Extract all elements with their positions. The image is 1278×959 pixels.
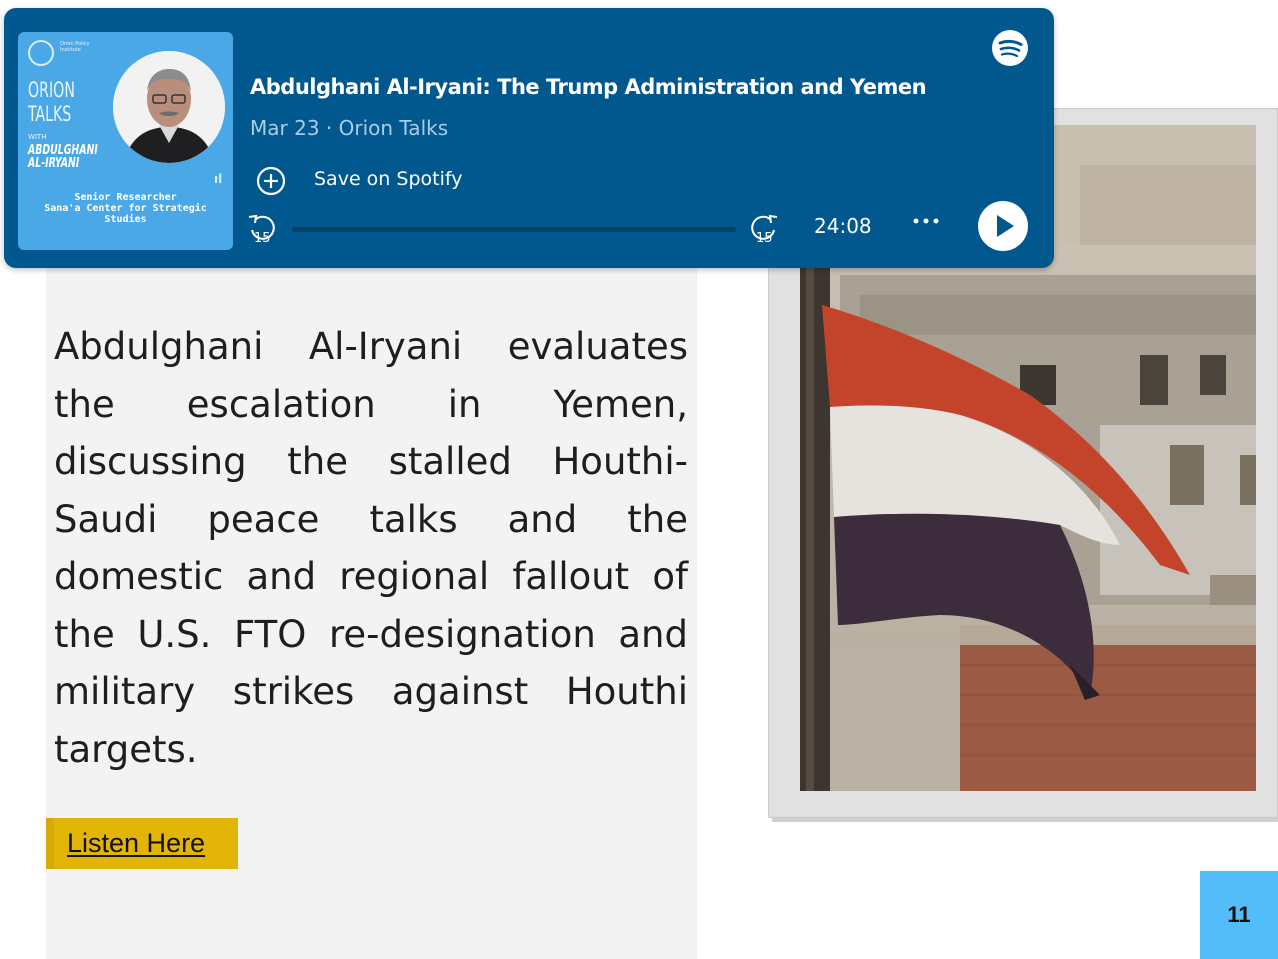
cover-role-line3: Studies bbox=[104, 214, 147, 225]
guest-portrait-illustration bbox=[113, 51, 225, 163]
skip-forward-seconds: 15 bbox=[756, 231, 773, 245]
cover-guest-role: Senior Researcher Sana'a Center for Stra… bbox=[18, 192, 233, 225]
episode-meta[interactable]: Mar 23 · Orion Talks bbox=[250, 116, 448, 140]
cover-role-line1: Senior Researcher bbox=[74, 192, 177, 203]
guest-portrait bbox=[113, 51, 225, 163]
org-logo-icon bbox=[28, 40, 54, 66]
spotify-icon[interactable] bbox=[990, 28, 1030, 68]
playback-progress-bar[interactable] bbox=[292, 227, 736, 232]
play-icon[interactable] bbox=[977, 200, 1029, 252]
podcast-cover-art: Orion Policy Institute ORION TALKS WITH … bbox=[18, 32, 233, 250]
episode-title[interactable]: Abdulghani Al-Iryani: The Trump Administ… bbox=[250, 75, 927, 99]
sound-wave-icon: ıl bbox=[214, 172, 223, 186]
cover-guest-name: ABDULGHANI AL-IRYANI bbox=[28, 144, 98, 170]
skip-forward-15-icon[interactable]: 15 bbox=[746, 211, 780, 245]
cover-guest-line2: AL-IRYANI bbox=[28, 156, 80, 171]
org-name: Orion Policy Institute bbox=[60, 41, 90, 53]
skip-back-15-icon[interactable]: 15 bbox=[246, 211, 280, 245]
cover-with-label: WITH bbox=[28, 133, 47, 141]
episode-description: Abdulghani Al-Iryani evaluates the escal… bbox=[54, 325, 688, 771]
skip-back-seconds: 15 bbox=[254, 231, 271, 245]
spotify-player[interactable]: Orion Policy Institute ORION TALKS WITH … bbox=[4, 8, 1054, 268]
episode-duration: 24:08 bbox=[814, 214, 872, 238]
cover-show-line2: TALKS bbox=[28, 102, 72, 126]
cover-role-line2: Sana'a Center for Strategic bbox=[44, 203, 207, 214]
listen-here-link[interactable]: Listen Here bbox=[46, 818, 238, 869]
page-number: 11 bbox=[1200, 871, 1278, 959]
more-icon[interactable] bbox=[909, 214, 943, 228]
cover-show-line1: ORION bbox=[28, 78, 75, 102]
cover-show-name: ORION TALKS bbox=[28, 78, 75, 126]
save-on-spotify-button[interactable]: Save on Spotify bbox=[314, 168, 462, 190]
save-plus-icon[interactable] bbox=[256, 166, 286, 196]
